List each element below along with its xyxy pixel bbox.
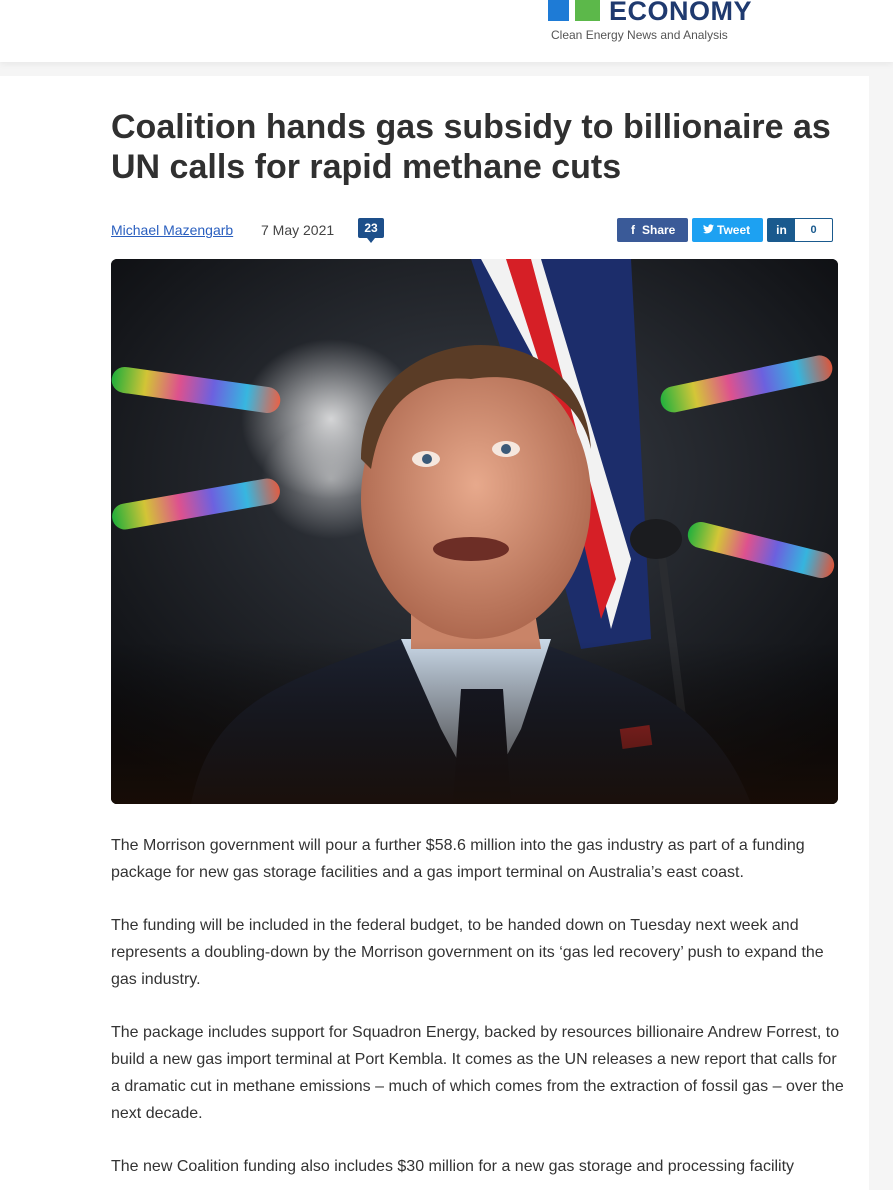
- twitter-share-label: Tweet: [717, 223, 751, 237]
- article-paragraph: The funding will be included in the fede…: [111, 917, 824, 988]
- article-body: The Morrison government will pour a furt…: [111, 832, 846, 1190]
- speaker-photo-icon: [111, 259, 838, 804]
- facebook-share-button[interactable]: f Share: [617, 218, 688, 242]
- site-header: ECONOMY Clean Energy News and Analysis: [0, 0, 893, 62]
- logo-blue-square: [548, 0, 569, 21]
- linkedin-icon: in: [768, 219, 795, 241]
- twitter-share-button[interactable]: Tweet: [692, 218, 763, 242]
- linkedin-share-count: 0: [810, 224, 817, 236]
- article-meta: Michael Mazengarb 7 May 2021 23 f Share …: [111, 218, 841, 244]
- facebook-icon: f: [631, 223, 635, 237]
- linkedin-share-button[interactable]: in 0: [767, 218, 833, 242]
- facebook-share-label: Share: [642, 223, 676, 237]
- article-hero-image: [111, 259, 838, 804]
- site-tagline: Clean Energy News and Analysis: [551, 28, 728, 42]
- article-paragraph: The package includes support for Squadro…: [111, 1024, 844, 1122]
- author-link[interactable]: Michael Mazengarb: [111, 222, 233, 238]
- article-title: Coalition hands gas subsidy to billionai…: [111, 108, 831, 186]
- article-paragraph: The Morrison government will pour a furt…: [111, 837, 805, 881]
- article-paragraph: The new Coalition funding also includes …: [111, 1158, 795, 1175]
- comment-count-badge[interactable]: 23: [358, 218, 384, 243]
- logo-wordmark: ECONOMY: [609, 0, 753, 26]
- site-logo[interactable]: ECONOMY Clean Energy News and Analysis: [548, 0, 752, 50]
- publish-date: 7 May 2021: [261, 222, 335, 238]
- logo-green-square: [575, 0, 600, 21]
- twitter-icon: [699, 223, 717, 237]
